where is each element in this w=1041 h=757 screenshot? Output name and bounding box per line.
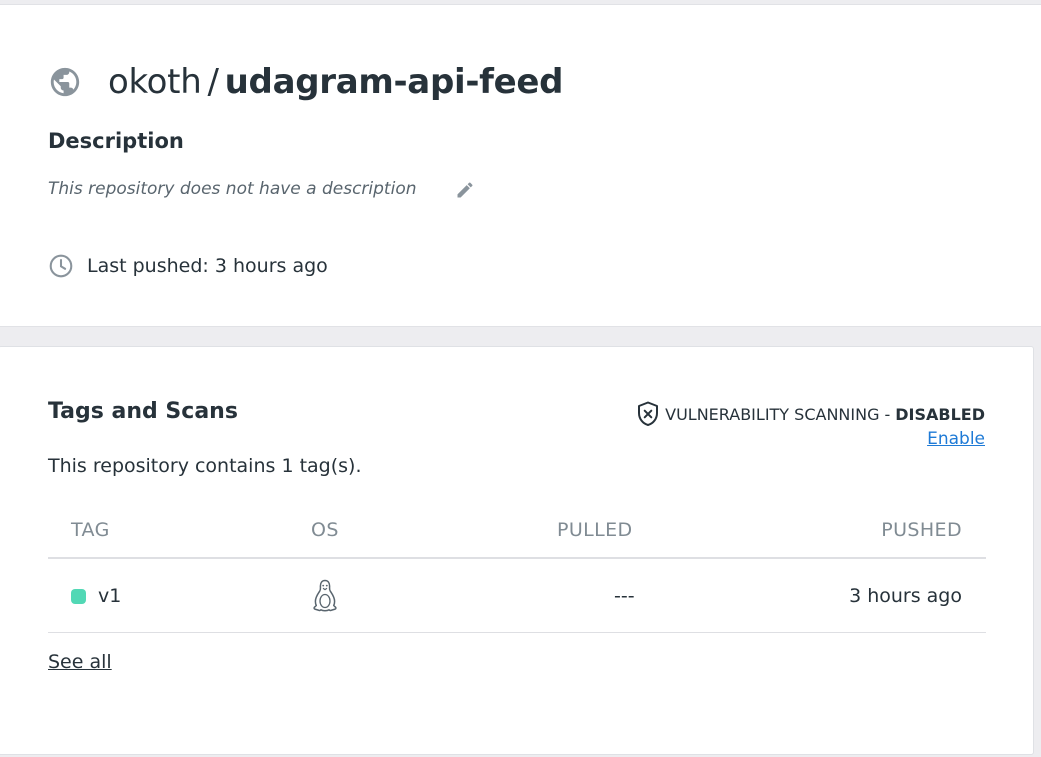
title-separator: / — [207, 62, 219, 102]
vulnerability-scanning-dash: - — [884, 404, 891, 424]
tags-table: TAG OS PULLED PUSHED v1 --- 3 hours ago — [48, 507, 986, 633]
edit-description-button[interactable] — [452, 177, 478, 203]
vulnerability-scanning-label: VULNERABILITY SCANNING — [665, 404, 880, 424]
last-pushed-text: Last pushed: 3 hours ago — [87, 255, 328, 277]
description-text: This repository does not have a descript… — [48, 179, 417, 199]
repository-title: okoth / udagram-api-feed — [48, 61, 564, 103]
pencil-icon — [457, 182, 473, 198]
pulled-cell: --- — [614, 585, 635, 607]
tags-heading: Tags and Scans — [48, 399, 238, 424]
repository-name-text: okoth / udagram-api-feed — [108, 61, 564, 103]
vulnerability-scanning-state: DISABLED — [895, 404, 985, 424]
vulnerability-scanning-line: VULNERABILITY SCANNING - DISABLED — [636, 401, 985, 427]
description-heading: Description — [48, 129, 184, 153]
column-header-os: OS — [311, 519, 339, 541]
last-pushed-row: Last pushed: 3 hours ago — [48, 253, 328, 279]
repository-header-card: okoth / udagram-api-feed Description This … — [0, 4, 1041, 327]
tag-cell: v1 — [71, 585, 121, 607]
namespace-label: okoth — [108, 62, 202, 102]
shield-x-icon — [638, 401, 659, 426]
table-row[interactable]: v1 --- 3 hours ago — [48, 559, 986, 633]
column-header-tag: TAG — [71, 519, 110, 541]
description-row: This repository does not have a descript… — [48, 179, 473, 199]
clock-icon — [49, 254, 73, 278]
tags-table-header: TAG OS PULLED PUSHED — [48, 507, 986, 559]
tags-and-scans-card: Tags and Scans VULNERABILITY SCANNING - … — [0, 346, 1034, 755]
enable-scanning-link[interactable]: Enable — [927, 429, 985, 449]
see-all-link[interactable]: See all — [48, 651, 112, 673]
vulnerability-scanning-status: VULNERABILITY SCANNING - DISABLED Enable — [636, 401, 985, 449]
column-header-pulled: PULLED — [557, 519, 633, 541]
linux-tux-icon — [313, 579, 337, 612]
column-header-pushed: PUSHED — [881, 519, 962, 541]
tag-count-text: This repository contains 1 tag(s). — [48, 455, 362, 477]
tag-name-link[interactable]: v1 — [98, 585, 121, 607]
tag-status-dot — [71, 588, 86, 604]
globe-icon — [50, 67, 80, 97]
pushed-cell: 3 hours ago — [849, 585, 962, 607]
repository-name: udagram-api-feed — [224, 62, 564, 102]
